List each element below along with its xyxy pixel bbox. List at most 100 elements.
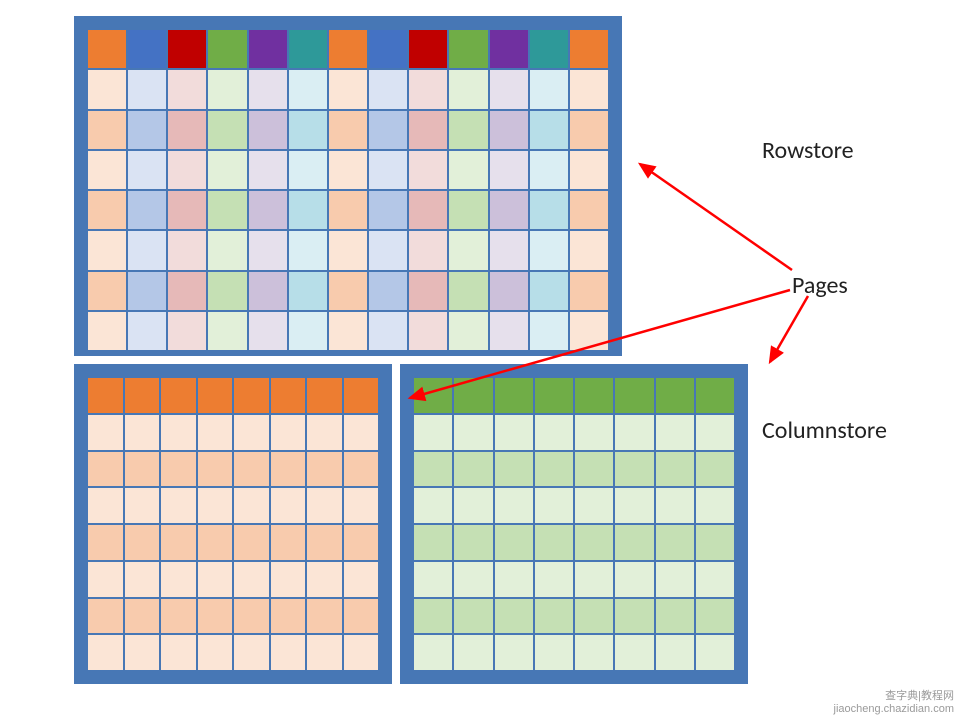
grid-cell	[161, 525, 196, 560]
rowstore-label: Rowstore	[762, 136, 854, 165]
grid-cell	[88, 562, 123, 597]
grid-cell	[414, 562, 452, 597]
grid-cell	[369, 111, 407, 149]
grid-cell	[575, 452, 613, 487]
grid-cell	[615, 635, 653, 670]
grid-cell	[128, 231, 166, 269]
grid-cell	[198, 378, 233, 413]
grid-cell	[570, 70, 608, 108]
grid-cell	[530, 30, 568, 68]
grid-cell	[696, 562, 734, 597]
grid-cell	[88, 378, 123, 413]
grid-cell	[344, 525, 379, 560]
grid-cell	[570, 272, 608, 310]
grid-cell	[307, 562, 342, 597]
grid-cell	[656, 562, 694, 597]
grid-cell	[409, 111, 447, 149]
grid-cell	[656, 599, 694, 634]
grid-cell	[289, 111, 327, 149]
grid-row	[88, 191, 608, 229]
grid-cell	[495, 635, 533, 670]
grid-cell	[125, 525, 160, 560]
grid-cell	[570, 231, 608, 269]
grid-row	[88, 378, 378, 413]
grid-cell	[271, 452, 306, 487]
grid-cell	[307, 488, 342, 523]
grid-cell	[198, 452, 233, 487]
grid-cell	[198, 635, 233, 670]
grid-cell	[88, 599, 123, 634]
grid-cell	[449, 272, 487, 310]
grid-cell	[409, 191, 447, 229]
grid-cell	[530, 151, 568, 189]
arrow-to-green-columnstore	[770, 296, 808, 362]
grid-cell	[414, 599, 452, 634]
grid-cell	[696, 488, 734, 523]
grid-cell	[409, 272, 447, 310]
grid-cell	[449, 70, 487, 108]
grid-row	[88, 231, 608, 269]
grid-cell	[656, 488, 694, 523]
grid-cell	[88, 488, 123, 523]
grid-cell	[234, 452, 269, 487]
grid-cell	[369, 191, 407, 229]
grid-cell	[208, 70, 246, 108]
grid-cell	[344, 452, 379, 487]
columnstore-page-green	[400, 364, 748, 684]
grid-cell	[530, 272, 568, 310]
grid-cell	[125, 562, 160, 597]
grid-cell	[198, 488, 233, 523]
grid-cell	[249, 30, 287, 68]
grid-cell	[575, 562, 613, 597]
grid-cell	[249, 312, 287, 350]
grid-row	[88, 312, 608, 350]
grid-cell	[208, 111, 246, 149]
grid-cell	[289, 312, 327, 350]
grid-cell	[495, 378, 533, 413]
grid-cell	[329, 272, 367, 310]
grid-cell	[249, 111, 287, 149]
grid-cell	[495, 415, 533, 450]
grid-cell	[414, 525, 452, 560]
grid-cell	[289, 272, 327, 310]
grid-cell	[575, 378, 613, 413]
grid-cell	[369, 272, 407, 310]
grid-cell	[454, 635, 492, 670]
grid-cell	[344, 488, 379, 523]
grid-cell	[535, 415, 573, 450]
grid-cell	[490, 111, 528, 149]
grid-cell	[696, 599, 734, 634]
grid-cell	[495, 525, 533, 560]
grid-cell	[575, 599, 613, 634]
grid-cell	[449, 151, 487, 189]
grid-cell	[495, 488, 533, 523]
grid-cell	[495, 562, 533, 597]
grid-cell	[271, 525, 306, 560]
grid-cell	[575, 525, 613, 560]
grid-cell	[271, 635, 306, 670]
grid-cell	[656, 378, 694, 413]
grid-cell	[271, 415, 306, 450]
grid-cell	[271, 488, 306, 523]
grid-cell	[88, 272, 126, 310]
grid-cell	[329, 111, 367, 149]
grid-cell	[329, 312, 367, 350]
grid-cell	[329, 151, 367, 189]
grid-row	[88, 635, 378, 670]
grid-cell	[271, 378, 306, 413]
grid-cell	[454, 525, 492, 560]
grid-cell	[369, 70, 407, 108]
grid-cell	[495, 599, 533, 634]
grid-cell	[307, 378, 342, 413]
grid-row	[414, 378, 734, 413]
grid-cell	[168, 151, 206, 189]
grid-cell	[208, 272, 246, 310]
grid-row	[88, 488, 378, 523]
grid-cell	[88, 151, 126, 189]
columnstore-green-grid	[414, 378, 734, 670]
grid-cell	[161, 635, 196, 670]
grid-cell	[530, 312, 568, 350]
grid-cell	[490, 151, 528, 189]
grid-cell	[454, 452, 492, 487]
grid-row	[88, 525, 378, 560]
